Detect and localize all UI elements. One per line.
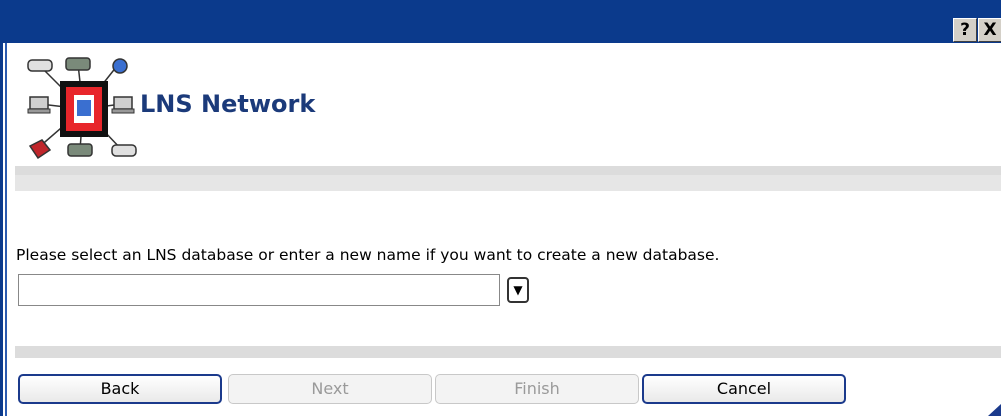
divider-band	[15, 346, 1001, 358]
instruction-text: Please select an LNS database or enter a…	[16, 246, 720, 264]
window-titlebar: ? X	[0, 0, 1001, 43]
finish-button[interactable]: Finish	[435, 374, 639, 404]
database-name-input[interactable]	[18, 274, 500, 306]
resize-grip-icon[interactable]	[988, 404, 1001, 416]
window-border	[0, 43, 3, 416]
cancel-button[interactable]: Cancel	[642, 374, 846, 404]
help-button[interactable]: ?	[953, 18, 977, 42]
close-button[interactable]: X	[978, 18, 1001, 42]
divider-band	[15, 166, 1001, 175]
network-devices-icon	[27, 57, 137, 160]
back-button[interactable]: Back	[18, 374, 222, 404]
divider-band	[15, 175, 1001, 191]
page-title: LNS Network	[140, 90, 316, 118]
next-button[interactable]: Next	[228, 374, 432, 404]
window-border-inner	[5, 43, 7, 416]
chevron-down-icon[interactable]: ▼	[507, 277, 529, 303]
